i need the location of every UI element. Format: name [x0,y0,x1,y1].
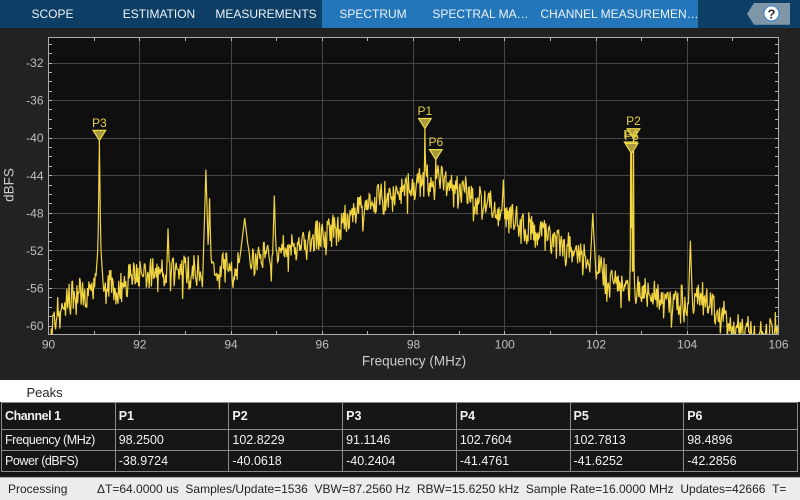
svg-text:-44: -44 [26,169,44,183]
svg-text:100: 100 [495,338,515,352]
svg-text:P5: P5 [624,129,639,143]
svg-text:90: 90 [42,338,56,352]
svg-text:104: 104 [677,338,697,352]
svg-text:-52: -52 [26,244,44,258]
svg-text:P6: P6 [428,135,443,149]
svg-text:P2: P2 [626,114,641,128]
svg-text:106: 106 [768,338,788,352]
svg-text:96: 96 [316,338,330,352]
svg-text:-60: -60 [26,319,44,333]
svg-text:P1: P1 [418,104,433,118]
svg-text:Frequency (MHz): Frequency (MHz) [362,354,466,369]
svg-text:94: 94 [224,338,238,352]
svg-text:102: 102 [586,338,606,352]
svg-text:-40: -40 [26,131,44,145]
svg-text:P3: P3 [92,116,107,130]
svg-text:-32: -32 [26,56,44,70]
svg-text:-36: -36 [26,94,44,108]
svg-text:?: ? [768,7,776,22]
svg-text:92: 92 [133,338,147,352]
svg-text:98: 98 [407,338,421,352]
svg-text:dBFS: dBFS [2,168,17,202]
svg-text:-56: -56 [26,282,44,296]
svg-text:-48: -48 [26,206,44,220]
